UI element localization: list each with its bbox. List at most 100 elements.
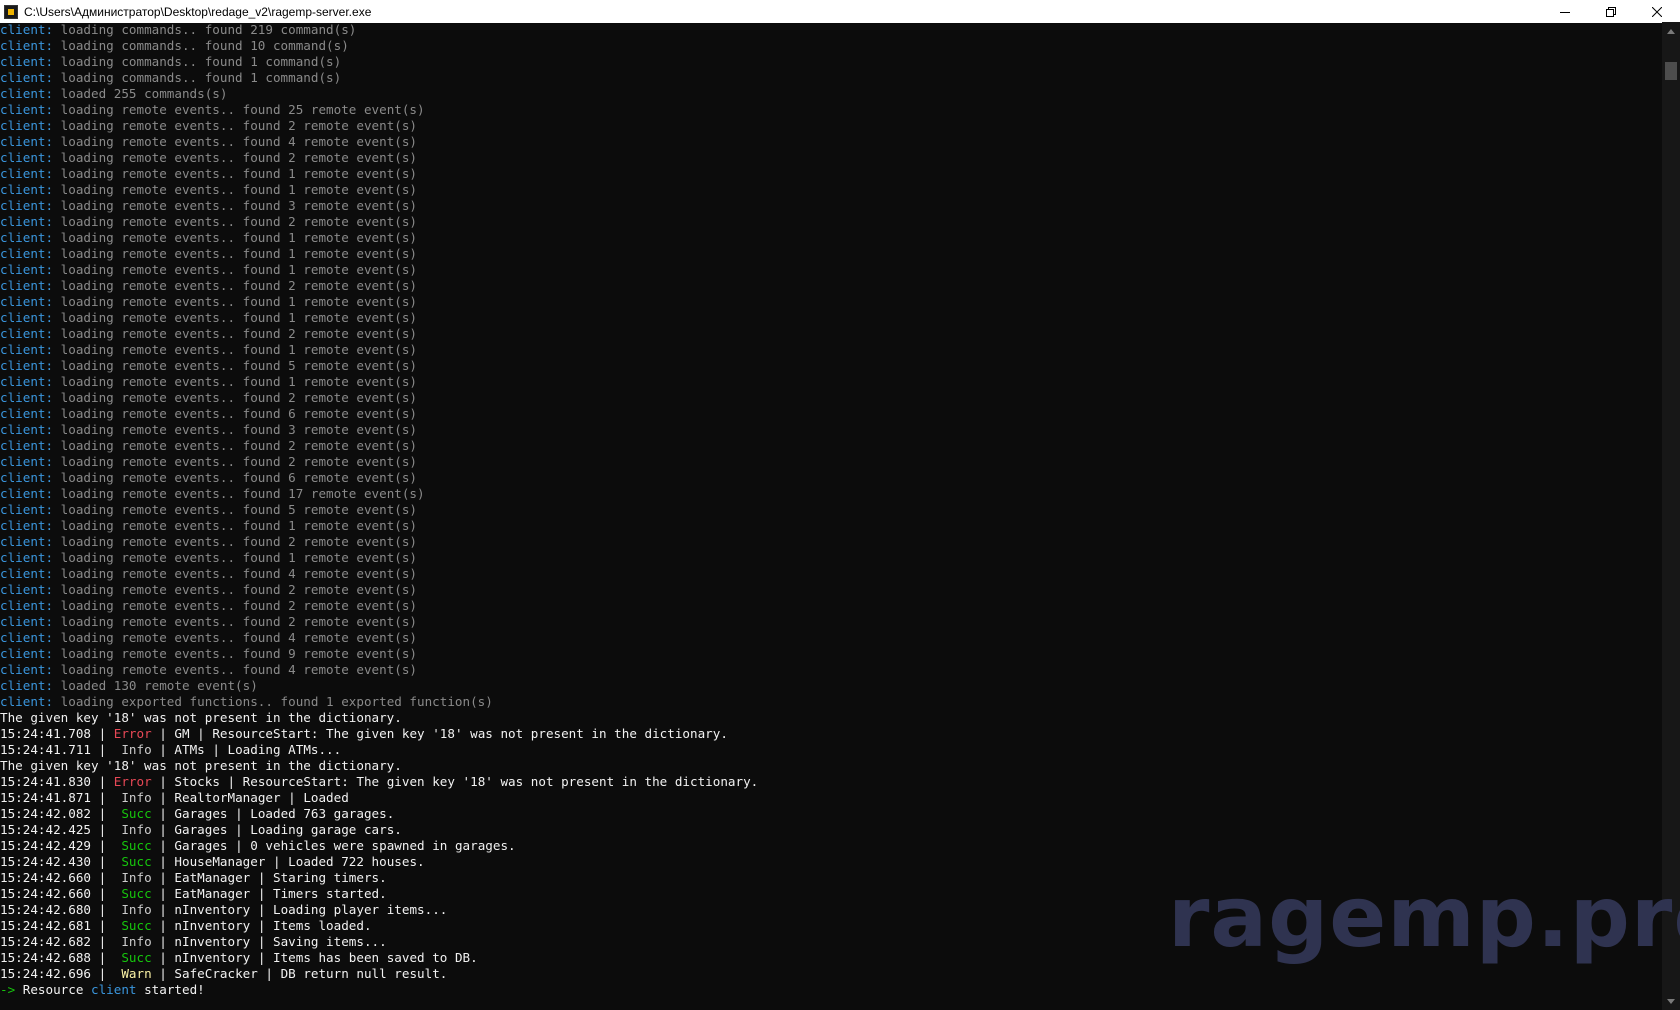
line-text: loading remote events.. found 1 remote e… bbox=[53, 374, 418, 389]
line-text: loading remote events.. found 4 remote e… bbox=[53, 662, 418, 677]
log-level: Succ bbox=[113, 838, 152, 853]
line-text: loading remote events.. found 3 remote e… bbox=[53, 198, 418, 213]
line-text: loading remote events.. found 17 remote … bbox=[53, 486, 425, 501]
line-prefix: client: bbox=[0, 198, 54, 213]
console-line: -> Resource client started! bbox=[0, 982, 1662, 998]
scrollbar-thumb[interactable] bbox=[1665, 62, 1677, 80]
console-line: client: loading remote events.. found 2 … bbox=[0, 278, 1662, 294]
log-message: | SafeCracker | DB return null result. bbox=[151, 966, 448, 981]
console-line: client: loading remote events.. found 2 … bbox=[0, 582, 1662, 598]
log-level: Error bbox=[113, 774, 152, 789]
log-timestamp: 15:24:42.082 bbox=[0, 806, 91, 821]
log-separator: | bbox=[91, 726, 114, 741]
restore-button[interactable] bbox=[1588, 0, 1634, 23]
log-timestamp: 15:24:42.688 bbox=[0, 950, 91, 965]
console-line: client: loaded 255 commands(s) bbox=[0, 86, 1662, 102]
line-prefix: client: bbox=[0, 694, 54, 709]
line-text: loading remote events.. found 4 remote e… bbox=[53, 566, 418, 581]
line-text: loading remote events.. found 2 remote e… bbox=[53, 150, 418, 165]
log-level: Warn bbox=[113, 966, 152, 981]
line-prefix: client: bbox=[0, 38, 54, 53]
console-line: client: loading remote events.. found 6 … bbox=[0, 470, 1662, 486]
log-timestamp: 15:24:42.425 bbox=[0, 822, 91, 837]
log-separator: | bbox=[91, 790, 114, 805]
log-separator: | bbox=[91, 854, 114, 869]
console-line: client: loading remote events.. found 25… bbox=[0, 102, 1662, 118]
prompt-arrow: -> bbox=[0, 982, 16, 997]
line-prefix: client: bbox=[0, 54, 54, 69]
log-message: | HouseManager | Loaded 722 houses. bbox=[151, 854, 425, 869]
line-prefix: client: bbox=[0, 358, 54, 373]
window-title: C:\Users\Администратор\Desktop\redage_v2… bbox=[24, 4, 372, 19]
line-prefix: client: bbox=[0, 118, 54, 133]
console-line: client: loading remote events.. found 17… bbox=[0, 486, 1662, 502]
line-text: loading commands.. found 219 command(s) bbox=[53, 22, 357, 37]
line-text: loading remote events.. found 2 remote e… bbox=[53, 390, 418, 405]
console-line: client: loading remote events.. found 2 … bbox=[0, 214, 1662, 230]
log-message: | EatManager | Timers started. bbox=[151, 886, 387, 901]
line-prefix: client: bbox=[0, 406, 54, 421]
log-timestamp: 15:24:42.660 bbox=[0, 886, 91, 901]
log-separator: | bbox=[91, 918, 114, 933]
close-button[interactable] bbox=[1634, 0, 1680, 23]
log-separator: | bbox=[91, 806, 114, 821]
line-text: loading remote events.. found 1 remote e… bbox=[53, 262, 418, 277]
line-prefix: client: bbox=[0, 294, 54, 309]
console-line: client: loading commands.. found 219 com… bbox=[0, 22, 1662, 38]
minimize-icon bbox=[1560, 11, 1570, 13]
console-line: 15:24:42.082 | Succ | Garages | Loaded 7… bbox=[0, 806, 1662, 822]
log-separator: | bbox=[91, 870, 114, 885]
scroll-up-button[interactable] bbox=[1662, 22, 1680, 40]
log-level: Succ bbox=[113, 886, 152, 901]
line-prefix: client: bbox=[0, 582, 54, 597]
log-separator: | bbox=[91, 966, 114, 981]
scroll-down-button[interactable] bbox=[1662, 992, 1680, 1010]
line-prefix: client: bbox=[0, 70, 54, 85]
console-line: client: loading remote events.. found 4 … bbox=[0, 630, 1662, 646]
console-line: client: loading remote events.. found 1 … bbox=[0, 310, 1662, 326]
log-separator: | bbox=[91, 934, 114, 949]
line-prefix: client: bbox=[0, 486, 54, 501]
console-line: client: loading remote events.. found 4 … bbox=[0, 134, 1662, 150]
log-message: | ATMs | Loading ATMs... bbox=[151, 742, 342, 757]
minimize-button[interactable] bbox=[1542, 0, 1588, 23]
line-prefix: client: bbox=[0, 518, 54, 533]
console-output[interactable]: client: loading commands.. found 219 com… bbox=[0, 22, 1662, 1010]
line-text: loading exported functions.. found 1 exp… bbox=[53, 694, 493, 709]
line-text: loading remote events.. found 6 remote e… bbox=[53, 406, 418, 421]
console-line: client: loading remote events.. found 2 … bbox=[0, 454, 1662, 470]
console-line: client: loading remote events.. found 1 … bbox=[0, 262, 1662, 278]
line-text: The given key '18' was not present in th… bbox=[0, 710, 402, 725]
log-separator: | bbox=[91, 822, 114, 837]
line-text: The given key '18' was not present in th… bbox=[0, 758, 402, 773]
log-message: | Garages | Loading garage cars. bbox=[151, 822, 402, 837]
console-line: client: loading remote events.. found 2 … bbox=[0, 150, 1662, 166]
log-timestamp: 15:24:41.871 bbox=[0, 790, 91, 805]
console-line: client: loading remote events.. found 2 … bbox=[0, 614, 1662, 630]
line-text: loading remote events.. found 1 remote e… bbox=[53, 342, 418, 357]
line-text: Resource bbox=[15, 982, 91, 997]
window-titlebar[interactable]: C:\Users\Администратор\Desktop\redage_v2… bbox=[0, 0, 1680, 23]
log-message: | nInventory | Items has been saved to D… bbox=[151, 950, 478, 965]
log-level: Succ bbox=[113, 950, 152, 965]
line-prefix: client: bbox=[0, 630, 54, 645]
vertical-scrollbar[interactable] bbox=[1662, 22, 1680, 1010]
line-prefix: client: bbox=[0, 326, 54, 341]
console-line: 15:24:42.425 | Info | Garages | Loading … bbox=[0, 822, 1662, 838]
line-prefix: client: bbox=[0, 166, 54, 181]
console-line: client: loading remote events.. found 1 … bbox=[0, 342, 1662, 358]
log-separator: | bbox=[91, 950, 114, 965]
log-separator: | bbox=[91, 774, 114, 789]
line-prefix: client: bbox=[0, 374, 54, 389]
line-text: loading remote events.. found 25 remote … bbox=[53, 102, 425, 117]
close-icon bbox=[1652, 6, 1662, 17]
log-level: Info bbox=[113, 902, 152, 917]
line-prefix: client: bbox=[0, 86, 54, 101]
line-prefix: client: bbox=[0, 598, 54, 613]
console-line: client: loading remote events.. found 2 … bbox=[0, 598, 1662, 614]
line-prefix: client: bbox=[0, 502, 54, 517]
line-prefix: client: bbox=[0, 438, 54, 453]
console-line: 15:24:41.711 | Info | ATMs | Loading ATM… bbox=[0, 742, 1662, 758]
line-prefix: client: bbox=[0, 262, 54, 277]
watermark: ragemp.pro bbox=[1168, 868, 1680, 966]
